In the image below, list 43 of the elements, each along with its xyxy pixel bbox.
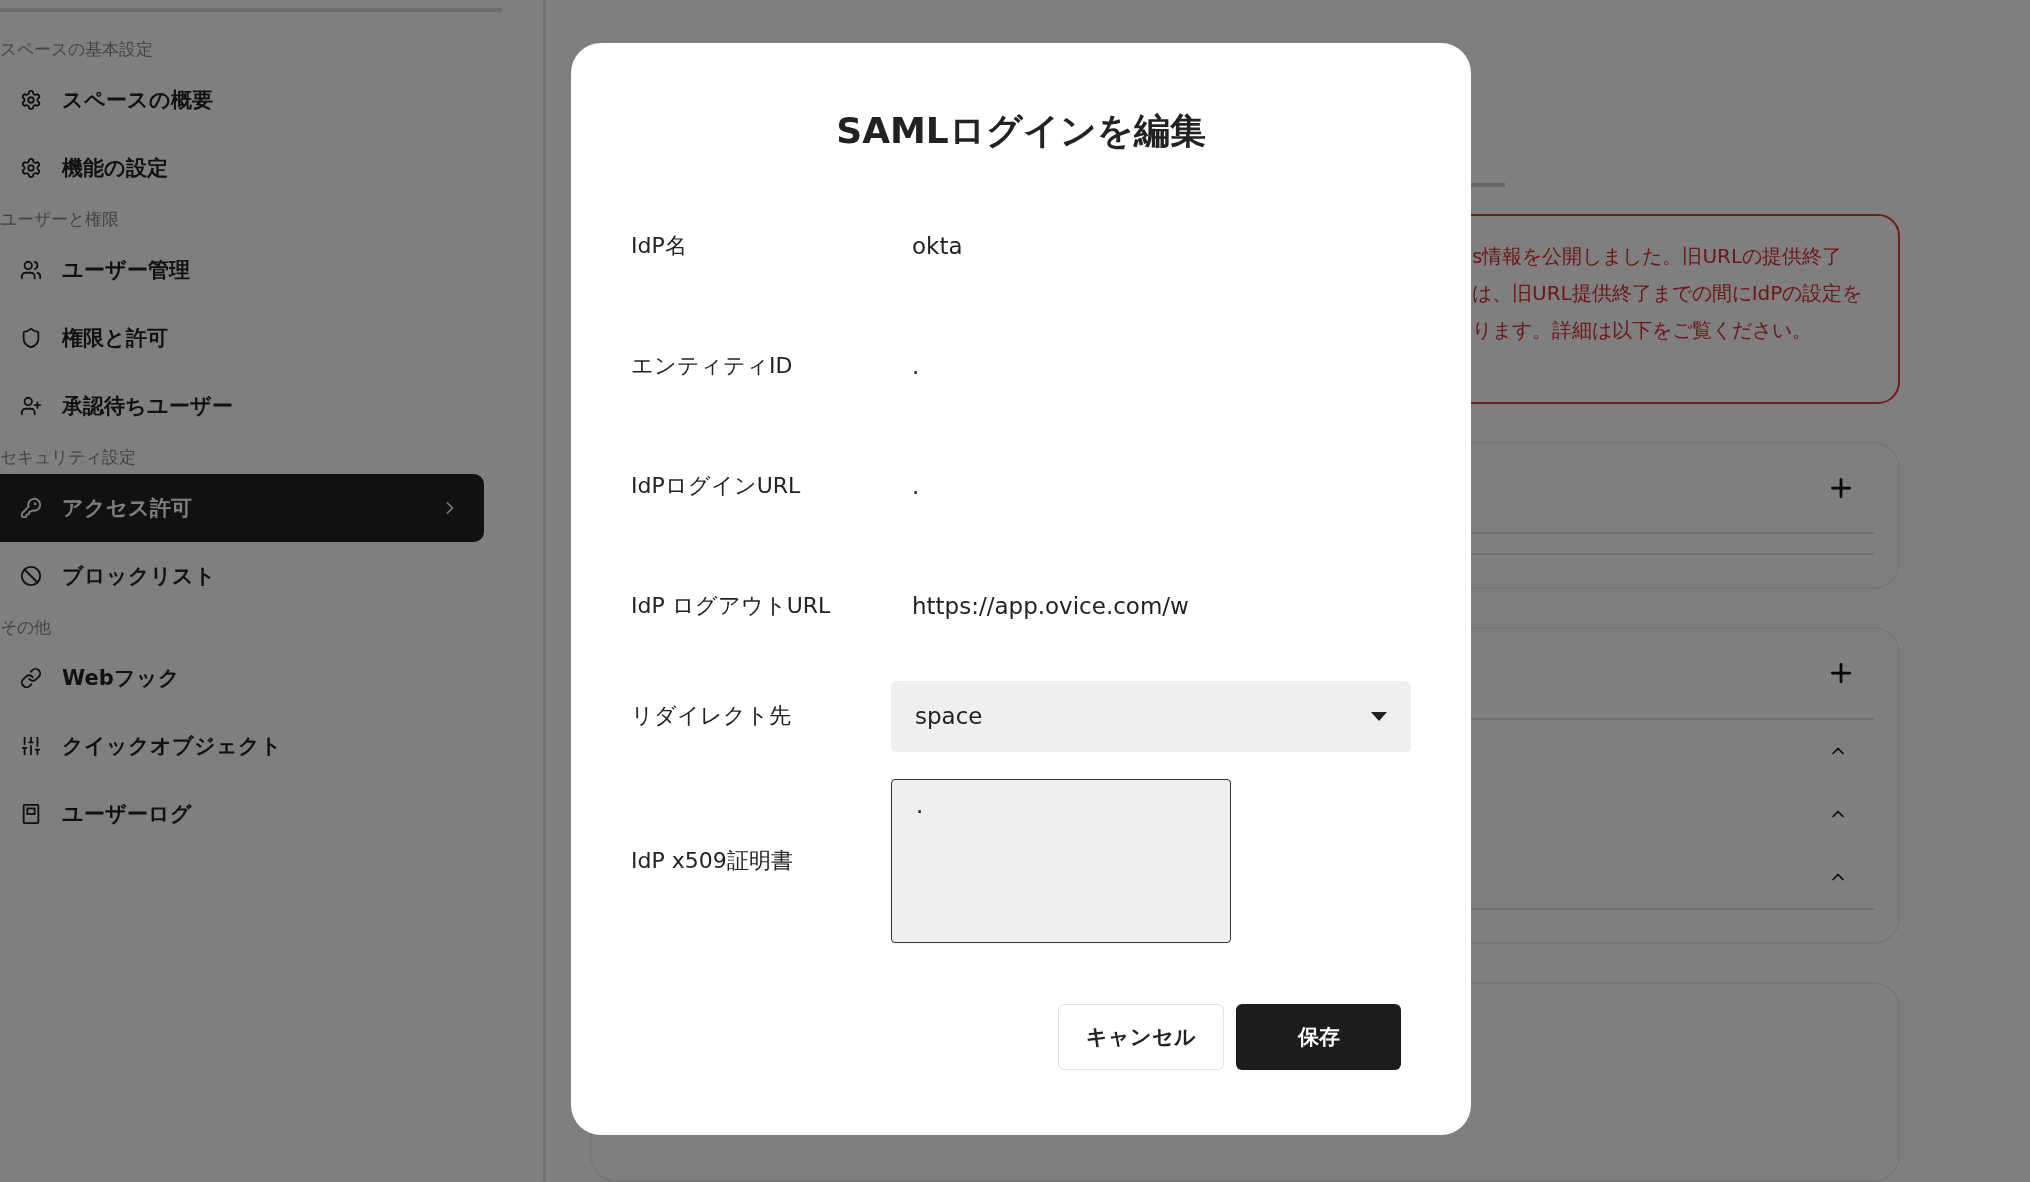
certificate-field[interactable]: .: [891, 779, 1231, 943]
gear-icon: [20, 89, 42, 111]
field-label: エンティティID: [631, 352, 794, 380]
alert-text: ります。詳細は以下をご覧ください。: [1472, 317, 1813, 345]
sidebar-item[interactable]: スペースの概要: [0, 66, 484, 134]
key-icon: [20, 497, 42, 519]
cancel-button[interactable]: キャンセル: [1058, 1004, 1224, 1070]
section-heading: ユーザーと権限: [0, 207, 120, 231]
field-label: IdP名: [631, 232, 688, 260]
section-heading: その他: [0, 615, 52, 639]
dropdown-caret-icon: [1371, 711, 1387, 721]
field-value: okta: [911, 233, 964, 259]
alert-text: s情報を公開しました。旧URLの提供終了: [1472, 243, 1844, 271]
sidebar-item[interactable]: ブロックリスト: [0, 542, 484, 610]
alert-text: は、旧URL提供終了までの間にIdPの設定を: [1472, 280, 1864, 308]
sidebar-item[interactable]: アクセス許可: [0, 474, 484, 542]
field-label: IdPログインURL: [631, 472, 802, 500]
field-label: IdP x509証明書: [631, 847, 794, 875]
field-label: IdP ログアウトURL: [631, 592, 832, 620]
sidebar-item[interactable]: ユーザーログ: [0, 780, 484, 848]
sidebar-item[interactable]: 承認待ちユーザー: [0, 372, 484, 440]
ban-icon: [20, 565, 42, 587]
field-value: https://app.ovice.com/w: [911, 593, 1190, 619]
save-button[interactable]: 保存: [1236, 1004, 1401, 1070]
section-heading: セキュリティ設定: [0, 445, 137, 469]
gear-icon: [20, 157, 42, 179]
sidebar-item[interactable]: Webフック: [0, 644, 484, 712]
section-heading: スペースの基本設定: [0, 37, 154, 61]
field-value: .: [911, 473, 921, 499]
notebook-icon: [20, 803, 42, 825]
sidebar-item[interactable]: ユーザー管理: [0, 236, 484, 304]
field-label: リダイレクト先: [631, 702, 792, 730]
sidebar-item[interactable]: クイックオブジェクト: [0, 712, 484, 780]
link-icon: [20, 667, 42, 689]
user-plus-icon: [20, 395, 42, 417]
users-icon: [20, 259, 42, 281]
sidebar-item[interactable]: 機能の設定: [0, 134, 484, 202]
dialog-title: SAMLログインを編集: [836, 109, 1206, 153]
sidebar-item[interactable]: 権限と許可: [0, 304, 484, 372]
field-value: .: [911, 353, 921, 379]
redirect-select[interactable]: space: [891, 680, 1411, 752]
sliders-icon: [20, 735, 42, 757]
shield-icon: [20, 327, 42, 349]
